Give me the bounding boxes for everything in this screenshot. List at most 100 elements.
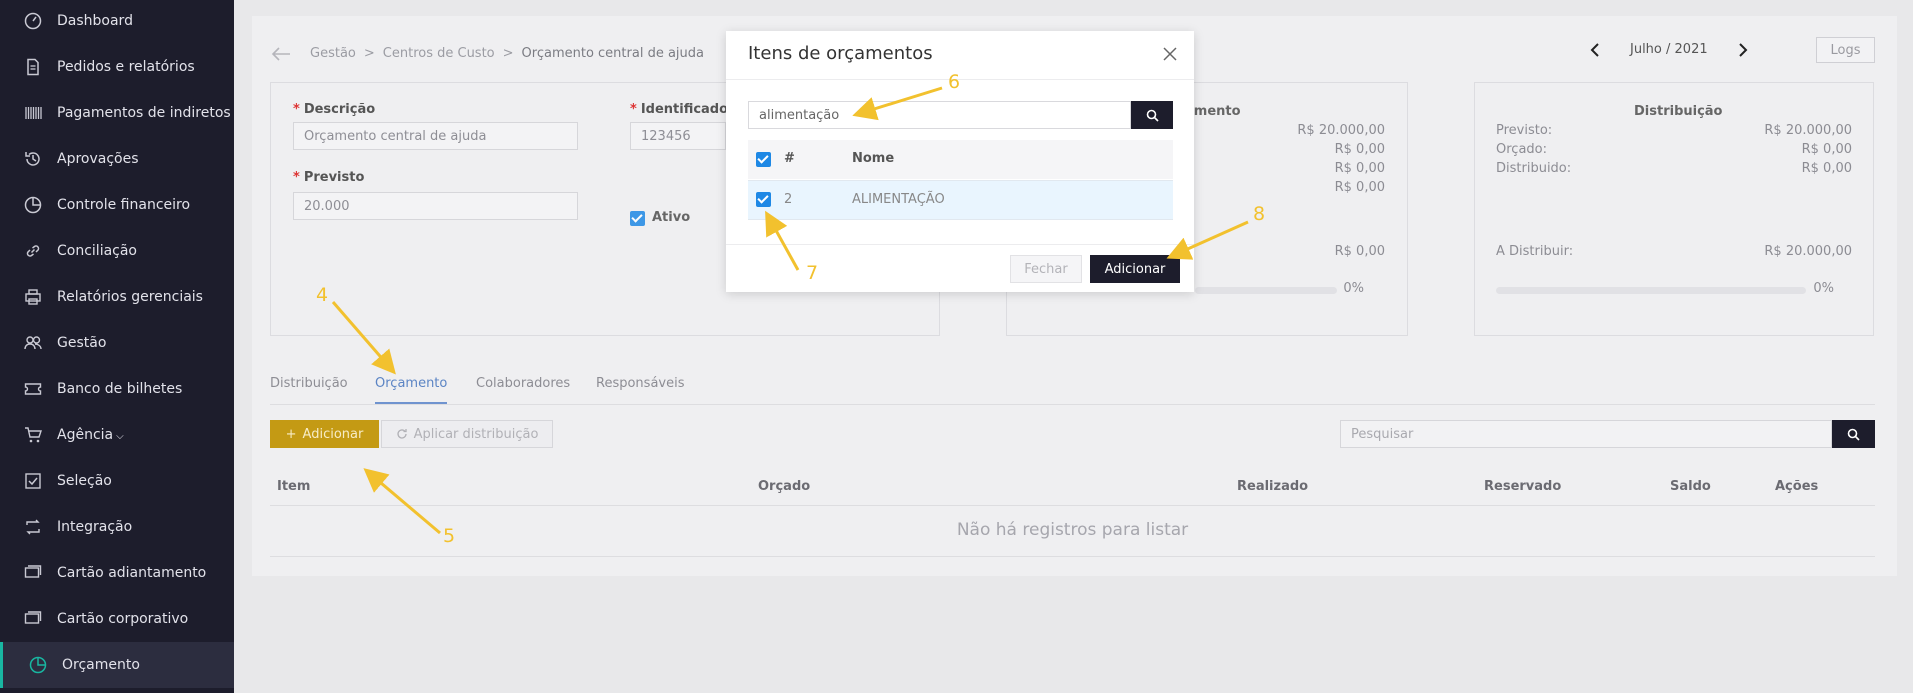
printer-icon	[25, 289, 41, 305]
sidebar-item-label: Gestão	[57, 335, 107, 351]
modal-table-header: # Nome	[748, 140, 1173, 179]
descricao-input[interactable]: Orçamento central de ajuda	[293, 122, 578, 150]
card-icon	[24, 611, 42, 624]
search-icon	[1847, 428, 1860, 441]
sidebar-item-label: Orçamento	[62, 657, 140, 673]
sidebar-item-cartao-adiantamento[interactable]: Cartão adiantamento	[0, 550, 234, 596]
tab-distribuicao[interactable]: Distribuição	[270, 376, 348, 391]
chevron-left-icon[interactable]	[1590, 42, 1600, 57]
month-navigator: Julho / 2021	[1590, 42, 1748, 57]
progress-percent: 0%	[1343, 281, 1364, 296]
column-header-reservado: Reservado	[1484, 479, 1562, 494]
sidebar-item-selecao[interactable]: Seleção	[0, 458, 234, 504]
distribuicao-title: Distribuição	[1634, 104, 1723, 119]
select-all-checkbox[interactable]	[756, 152, 771, 167]
tabs-divider	[270, 404, 1875, 405]
row-checkbox[interactable]	[756, 192, 771, 207]
modal-add-button[interactable]: Adicionar	[1090, 255, 1180, 283]
sidebar-item-label: Banco de bilhetes	[57, 381, 183, 397]
tab-responsaveis[interactable]: Responsáveis	[596, 376, 684, 391]
descricao-label: * Descrição	[293, 102, 376, 117]
sidebar-item-label: Integração	[57, 519, 133, 535]
search-button[interactable]	[1832, 420, 1875, 448]
a-distribuir-value: R$ 20.000,00	[1764, 244, 1852, 259]
ativo-checkbox[interactable]	[630, 211, 645, 226]
sidebar-item-banco-de-bilhetes[interactable]: Banco de bilhetes	[0, 366, 234, 412]
sidebar-item-agencia[interactable]: Agência ⌵	[0, 412, 234, 458]
active-tab-indicator	[375, 402, 447, 404]
pie-chart-icon	[24, 196, 42, 214]
logs-button[interactable]: Logs	[1816, 37, 1875, 63]
chevron-right-icon[interactable]	[1738, 42, 1748, 57]
sidebar-item-label: Conciliação	[57, 243, 138, 259]
column-header-id: #	[784, 151, 795, 166]
sidebar-item-conciliacao[interactable]: Conciliação	[0, 228, 234, 274]
table-row[interactable]: 2 ALIMENTAÇÃO	[748, 180, 1173, 220]
back-arrow-icon[interactable]	[270, 46, 292, 62]
close-button[interactable]: Fechar	[1010, 255, 1082, 283]
sidebar-item-label: Seleção	[57, 473, 112, 489]
sidebar-item-label: Agência ⌵	[57, 427, 124, 443]
column-header-item: Item	[277, 479, 311, 494]
sidebar-item-gestao[interactable]: Gestão	[0, 320, 234, 366]
annotation-label-4: 4	[316, 284, 329, 306]
sidebar-item-relatorios-gerenciais[interactable]: Relatórios gerenciais	[0, 274, 234, 320]
card-icon	[24, 565, 42, 578]
modal-title: Itens de orçamentos	[748, 43, 933, 64]
month-label: Julho / 2021	[1630, 42, 1708, 57]
sidebar-item-integracao[interactable]: Integração	[0, 504, 234, 550]
progress-percent: 0%	[1813, 281, 1834, 296]
summary-value: R$ 20.000,00	[1297, 123, 1385, 138]
distribuicao-row-value: R$ 0,00	[1801, 161, 1852, 176]
column-header-nome: Nome	[852, 151, 895, 166]
sidebar-item-label: Controle financeiro	[57, 197, 191, 213]
tab-colaboradores[interactable]: Colaboradores	[476, 376, 570, 391]
modal-search-button[interactable]	[1131, 101, 1173, 129]
dashboard-icon	[24, 12, 42, 30]
plus-icon: +	[285, 426, 297, 442]
ticket-icon	[24, 383, 42, 395]
breadcrumb: Gestão > Centros de Custo > Orçamento ce…	[310, 46, 704, 61]
sidebar-item-orcamento[interactable]: Orçamento	[0, 642, 234, 688]
breadcrumb-item-gestao[interactable]: Gestão	[310, 46, 356, 61]
sidebar: Dashboard Pedidos e relatórios Pagamento…	[0, 0, 234, 693]
table-header-divider	[270, 505, 1875, 506]
pie-chart-icon	[29, 656, 47, 674]
users-icon	[24, 336, 42, 350]
identificador-label: * Identificador	[630, 102, 735, 117]
sidebar-item-label: Aprovações	[57, 151, 139, 167]
modal-footer-divider	[726, 244, 1194, 245]
identificador-input[interactable]: 123456	[630, 122, 726, 150]
barcode-icon	[25, 107, 42, 119]
history-icon	[25, 152, 40, 166]
distribuicao-row-value: R$ 20.000,00	[1764, 123, 1852, 138]
refresh-icon	[396, 429, 407, 439]
summary-value: R$ 0,00	[1334, 180, 1385, 195]
sidebar-item-label: Relatórios gerenciais	[57, 289, 203, 305]
chevron-down-icon: ⌵	[116, 431, 124, 442]
sidebar-item-pagamentos[interactable]: Pagamentos de indiretos	[0, 90, 234, 136]
distribuicao-box	[1474, 82, 1874, 336]
breadcrumb-item-centros-de-custo[interactable]: Centros de Custo	[383, 46, 495, 61]
sidebar-item-cartao-corporativo[interactable]: Cartão corporativo	[0, 596, 234, 642]
sidebar-item-dashboard[interactable]: Dashboard	[0, 0, 234, 44]
tab-orcamento[interactable]: Orçamento	[375, 376, 447, 391]
checkbox-icon	[25, 473, 41, 489]
sidebar-item-controle-financeiro[interactable]: Controle financeiro	[0, 182, 234, 228]
search-input[interactable]: Pesquisar	[1340, 420, 1832, 448]
column-header-acoes: Ações	[1775, 479, 1819, 494]
row-name: ALIMENTAÇÃO	[852, 192, 945, 207]
sidebar-item-label: Cartão corporativo	[57, 611, 189, 627]
add-button[interactable]: + Adicionar	[270, 420, 379, 448]
empty-table-message: Não há registros para listar	[956, 520, 1189, 540]
modal-search-input[interactable]: alimentação	[748, 101, 1131, 129]
distribuicao-row-value: R$ 0,00	[1801, 142, 1852, 157]
previsto-input[interactable]: 20.000	[293, 192, 578, 220]
close-icon[interactable]	[1162, 46, 1178, 62]
sidebar-item-pedidos[interactable]: Pedidos e relatórios	[0, 44, 234, 90]
sidebar-item-aprovacoes[interactable]: Aprovações	[0, 136, 234, 182]
apply-distribution-button[interactable]: Aplicar distribuição	[381, 420, 553, 448]
document-icon	[27, 58, 39, 76]
breadcrumb-item-current: Orçamento central de ajuda	[521, 46, 704, 61]
distribuicao-row-label: Distribuido:	[1496, 161, 1572, 176]
